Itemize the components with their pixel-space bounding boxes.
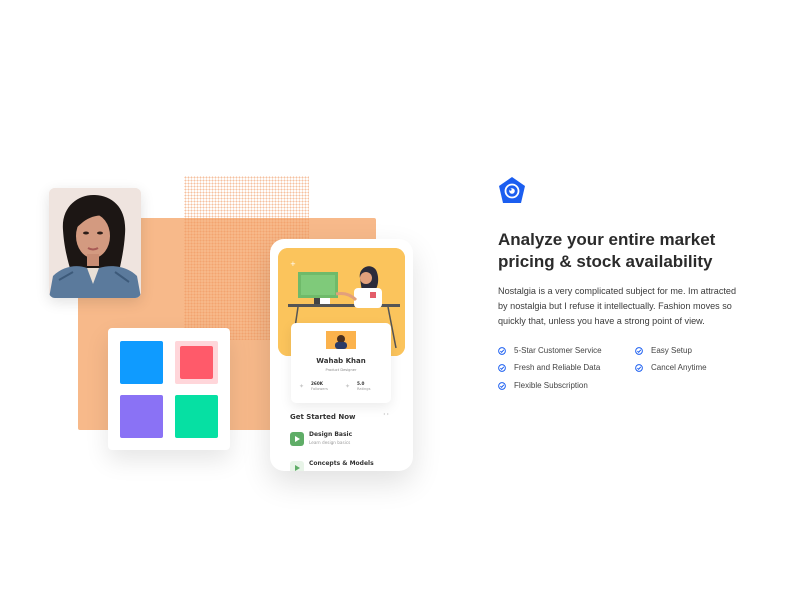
stat-label: Followers [311,387,328,391]
hero-illustration: + Wahab Khan Product Designer ✦ 260K Fol… [0,0,470,600]
lesson-title: Design Basic [309,431,353,438]
stat-ratings: ✦ 5.0 Ratings [345,381,389,395]
profile-name: Wahab Khan [316,357,366,365]
description: Nostalgia is a very complicated subject … [498,284,764,329]
description-line: by nostalgia but I refuse it intellectua… [498,301,732,311]
svg-text:+: + [290,260,296,268]
purple-tile [120,395,163,438]
feature-label: Fresh and Reliable Data [514,363,601,372]
more-options-icon[interactable]: ·· [383,410,390,419]
phone-mockup: + Wahab Khan Product Designer ✦ 260K Fol… [270,239,413,471]
portrait-photo [49,188,141,298]
check-circle-icon [498,347,506,355]
stat-value: 5.0 [357,381,365,386]
feature-label: 5-Star Customer Service [514,346,602,355]
avatar [326,331,356,349]
check-circle-icon [498,382,506,390]
profile-card: Wahab Khan Product Designer ✦ 260K Follo… [291,323,391,403]
stat-followers: ✦ 260K Followers [299,381,343,395]
lesson-item[interactable]: Design Basic Learn design basics [290,431,400,451]
headline: Analyze your entire market pricing & sto… [498,229,788,273]
lesson-item[interactable]: Concepts & Models [290,460,400,471]
section-title: Get Started Now [290,413,356,421]
green-tile [175,395,218,438]
play-icon[interactable] [290,432,304,446]
description-line: quickly that, unless you have a strong p… [498,316,705,326]
profile-role: Product Designer [325,368,357,372]
headline-line: Analyze your entire market [498,230,716,249]
headline-line: pricing & stock availability [498,252,713,271]
stat-value: 260K [311,381,323,386]
description-line: Nostalgia is a very complicated subject … [498,286,737,296]
eye-shield-icon [497,176,527,206]
check-circle-icon [498,364,506,372]
play-icon[interactable] [290,461,304,471]
lesson-title: Concepts & Models [309,460,374,467]
star-icon: ✦ [345,383,351,390]
feature-label: Easy Setup [651,346,692,355]
red-tile [175,341,218,384]
check-circle-icon [635,364,643,372]
stat-label: Ratings [357,387,371,391]
blue-tile [120,341,163,384]
lesson-subtitle: Learn design basics [309,440,351,445]
feature-label: Flexible Subscription [514,381,588,390]
color-tiles-card [108,328,230,450]
check-circle-icon [635,347,643,355]
star-icon: ✦ [299,383,305,390]
feature-label: Cancel Anytime [651,363,707,372]
